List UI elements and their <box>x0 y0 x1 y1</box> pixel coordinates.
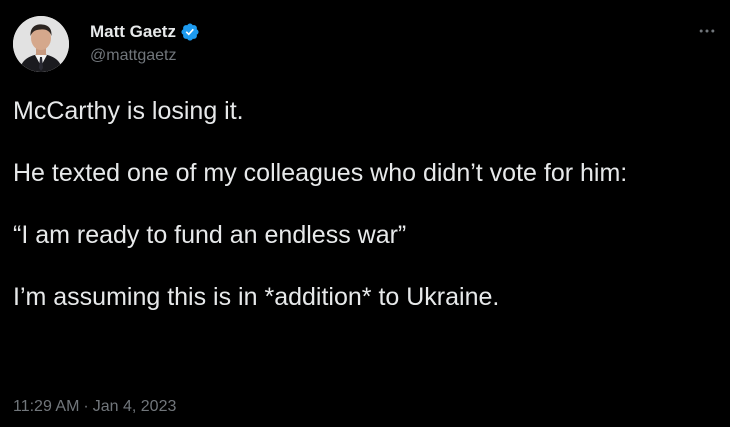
tweet-paragraph: I’m assuming this is in *addition* to Uk… <box>13 283 500 311</box>
tweet-time[interactable]: 11:29 AM <box>13 398 79 415</box>
tweet-text: McCarthy is losing it. He texted one of … <box>13 96 703 313</box>
avatar[interactable] <box>13 16 69 72</box>
avatar-photo-icon <box>13 16 69 72</box>
tweet-paragraph: “I am ready to fund an endless war” <box>13 221 407 249</box>
tweet-paragraph: McCarthy is losing it. <box>13 97 244 125</box>
timestamp-separator: · <box>83 398 89 415</box>
tweet-paragraph: He texted one of my colleagues who didn’… <box>13 159 628 187</box>
tweet-date[interactable]: Jan 4, 2023 <box>93 398 177 415</box>
tweet-timestamp[interactable]: 11:29 AM · Jan 4, 2023 <box>13 398 176 416</box>
tweet-card: Matt Gaetz @mattgaetz McCarthy is losing… <box>0 0 730 427</box>
author-handle[interactable]: @mattgaetz <box>90 47 177 65</box>
more-options-icon <box>699 29 715 33</box>
author-name-row[interactable]: Matt Gaetz <box>90 22 200 42</box>
author-display-name[interactable]: Matt Gaetz <box>90 22 176 42</box>
more-options-button[interactable] <box>696 20 718 42</box>
verified-badge-icon <box>180 22 200 42</box>
